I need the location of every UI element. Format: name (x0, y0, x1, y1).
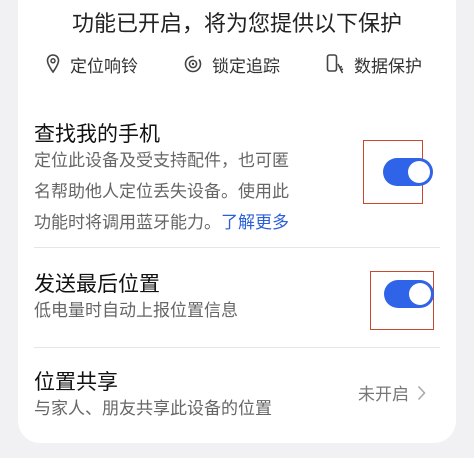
toggle-knob (408, 161, 430, 183)
learn-more-link[interactable]: 了解更多 (221, 213, 289, 233)
location-share-description: 与家人、朋友共享此设备的位置 (34, 399, 272, 419)
location-share-title: 位置共享 (34, 370, 118, 394)
phone-clean-icon (326, 54, 344, 74)
feature-lock-track: 锁定追踪 (184, 50, 280, 78)
protection-banner-title: 功能已开启，将为您提供以下保护 (71, 12, 402, 37)
feature-label: 数据保护 (354, 56, 422, 77)
find-phone-toggle[interactable] (383, 158, 433, 186)
find-phone-description: 定位此设备及受支持配件，也可匿 名帮助他人定位丢失设备。使用此 功能时将调用蓝牙… (34, 146, 374, 239)
location-share-status-text: 未开启 (358, 385, 409, 405)
find-phone-desc-text: 功能时将调用蓝牙能力。 (34, 213, 221, 233)
location-share-status: 未开启 (358, 380, 426, 405)
feature-list: 定位响铃 锁定追踪 数据保护 (18, 50, 456, 78)
find-phone-desc-line3: 功能时将调用蓝牙能力。了解更多 (34, 208, 374, 239)
send-last-location-description: 低电量时自动上报位置信息 (34, 301, 238, 321)
settings-card: 功能已开启，将为您提供以下保护 定位响铃 锁定追踪 数据保护 查找我的手机 定位… (18, 0, 456, 443)
feature-data-protect: 数据保护 (326, 50, 422, 78)
toggle-knob (409, 283, 431, 305)
find-phone-desc-line1: 定位此设备及受支持配件，也可匿 (34, 151, 289, 171)
location-pin-icon (46, 54, 60, 74)
find-phone-title: 查找我的手机 (34, 122, 160, 146)
lock-track-icon (184, 55, 202, 73)
find-phone-desc-line2: 名帮助他人定位丢失设备。使用此 (34, 182, 289, 202)
divider (34, 347, 440, 348)
feature-label: 定位响铃 (70, 56, 138, 77)
send-last-location-title: 发送最后位置 (34, 272, 160, 296)
divider (34, 247, 440, 248)
chevron-right-icon (417, 385, 426, 400)
send-last-location-toggle[interactable] (384, 280, 434, 308)
feature-label: 锁定追踪 (212, 56, 280, 77)
feature-locate-ring: 定位响铃 (46, 50, 138, 78)
